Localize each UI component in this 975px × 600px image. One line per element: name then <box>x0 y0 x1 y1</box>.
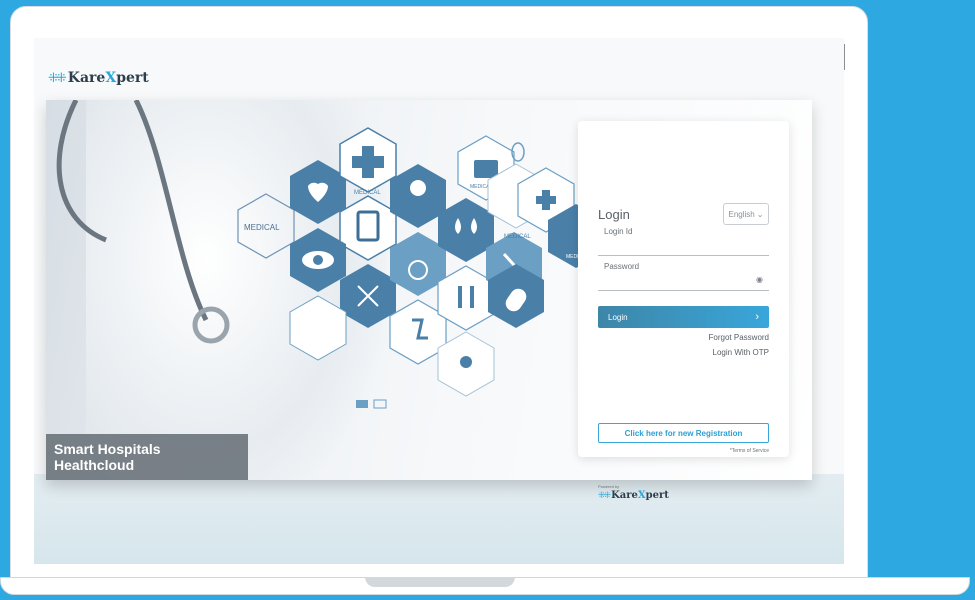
login-id-label: Login Id <box>604 227 633 236</box>
hex-medical-2: MEDICAL <box>354 190 381 196</box>
svg-text:MEDICAL: MEDICAL <box>244 223 280 232</box>
mail-icon <box>356 400 368 408</box>
powered-by: Powered by ⁜⁜ KareXpert <box>598 484 669 501</box>
brand-name: KareXpert <box>67 70 149 86</box>
brand-name-small: KareXpert <box>611 490 669 501</box>
brand-mark-icon: ⁜⁜ <box>48 70 67 85</box>
language-value: English <box>728 209 755 219</box>
svg-text:MEDICAL: MEDICAL <box>504 234 531 240</box>
brand-logo[interactable]: ⁜⁜ KareXpert <box>48 70 149 86</box>
hex-clipboard <box>339 195 397 261</box>
hex-drops <box>438 198 494 262</box>
powered-by-logo: ⁜⁜ KareXpert <box>598 490 669 501</box>
brand-mark-icon-small: ⁜⁜ <box>598 490 611 500</box>
login-button-label: Login <box>608 312 628 322</box>
show-password-icon[interactable]: ◉ <box>756 275 763 284</box>
hero-tagline: Smart Hospitals Healthcloud <box>46 434 248 480</box>
browser-screen: ⁜⁜ KareXpert MEDICAL MEDICAL MEDICAL MED… <box>34 38 844 564</box>
forgot-password-link[interactable]: Forgot Password <box>709 333 769 342</box>
login-id-input[interactable] <box>598 255 769 256</box>
virus-icon <box>460 356 472 368</box>
monitor-icon <box>373 399 387 409</box>
powered-by-label: Powered by <box>598 484 620 489</box>
login-button[interactable]: Login › <box>598 306 769 328</box>
hex-text-list <box>289 295 347 361</box>
doctor-icon <box>410 180 426 196</box>
language-select[interactable]: English ⌄ <box>723 203 769 225</box>
page-footer-band <box>34 474 844 564</box>
first-aid-kit-icon <box>474 160 498 178</box>
login-otp-link[interactable]: Login With OTP <box>713 348 769 357</box>
login-title: Login <box>598 207 630 222</box>
terms-of-service-link[interactable]: *Terms of Service <box>730 448 769 454</box>
login-card: Login English ⌄ Login Id Password ◉ Logi… <box>578 121 789 457</box>
svg-text:MEDICAL: MEDICAL <box>354 190 381 196</box>
hex-medical-outline: MEDICAL <box>237 193 295 259</box>
new-registration-button[interactable]: Click here for new Registration <box>598 423 769 443</box>
laptop-notch <box>365 577 515 587</box>
password-input[interactable] <box>598 290 769 291</box>
password-label: Password <box>604 262 640 271</box>
chevron-down-icon: ⌄ <box>756 209 764 219</box>
chevron-right-icon: › <box>755 311 759 323</box>
hex-medical-4: MEDICAL <box>504 234 531 240</box>
